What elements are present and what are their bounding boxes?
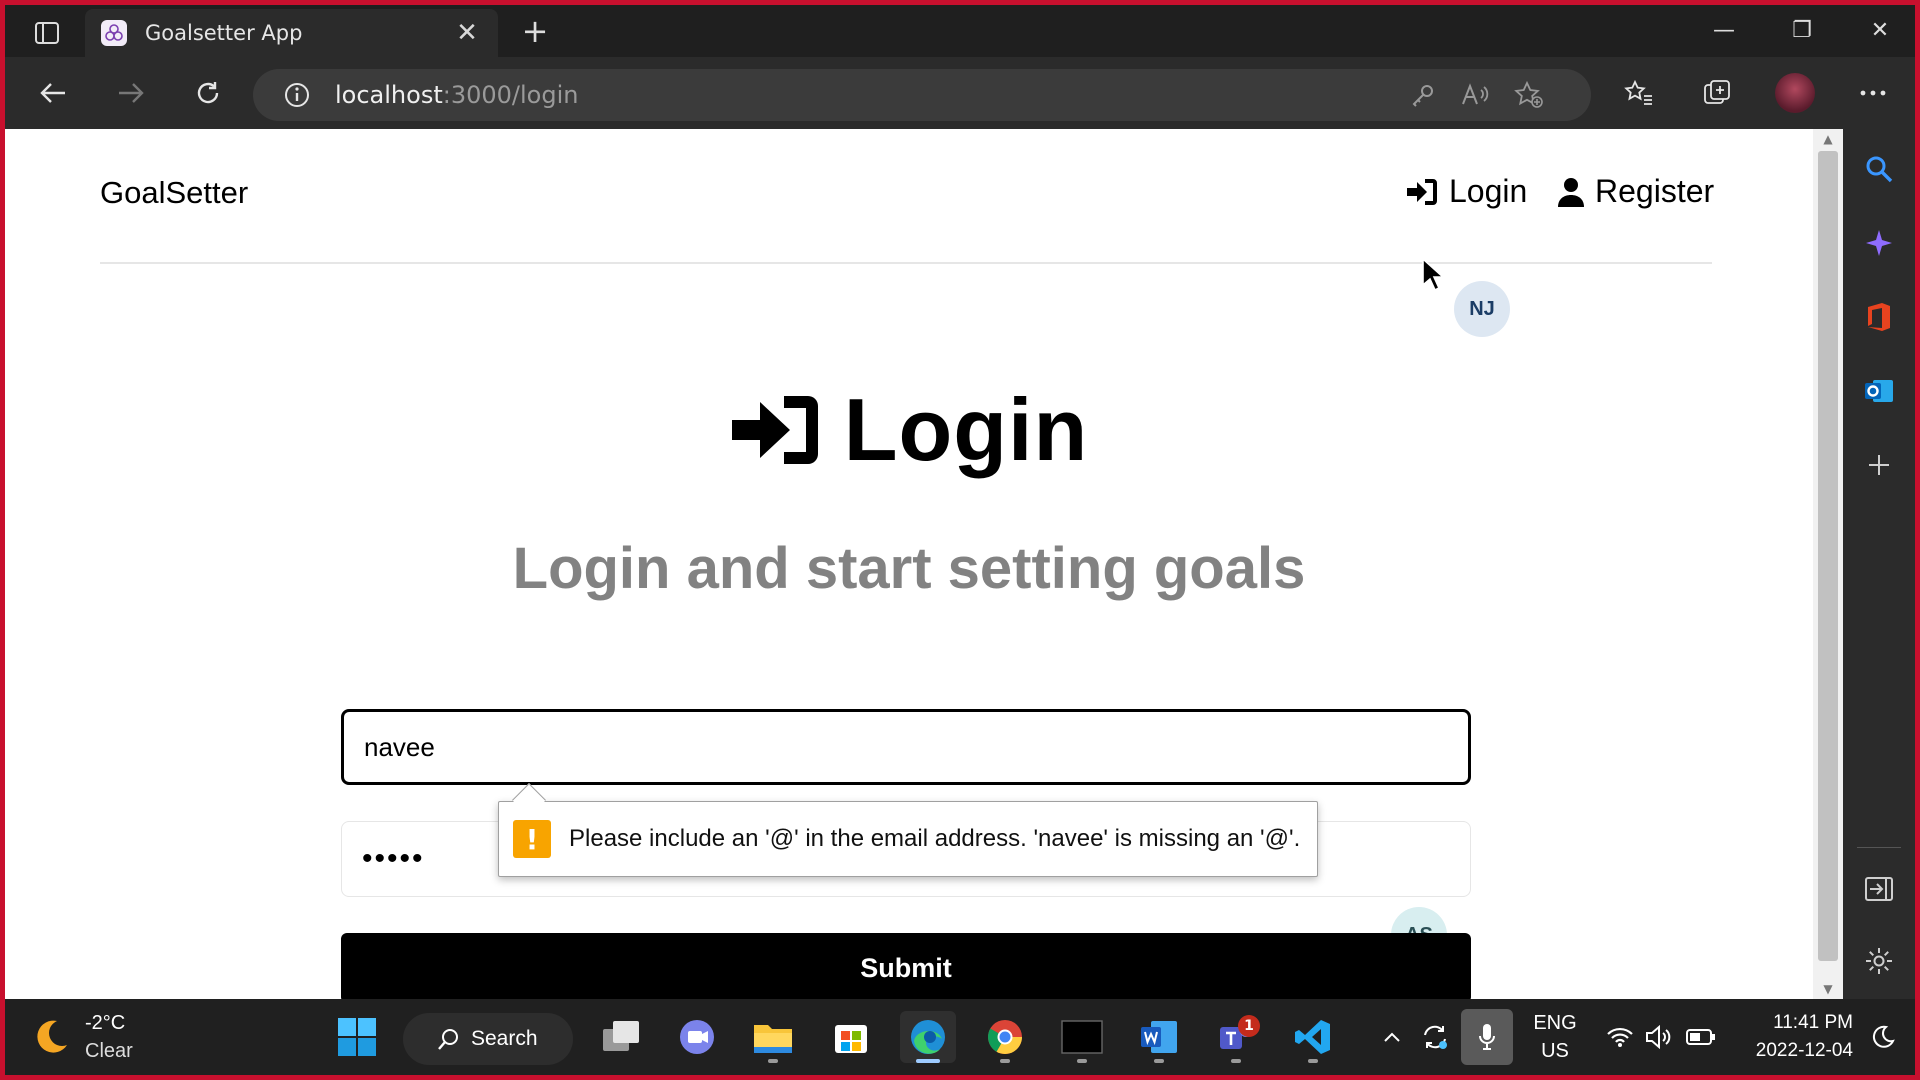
weather-temp: -2°C — [85, 1012, 126, 1034]
more-menu-icon[interactable] — [1851, 73, 1895, 113]
url-text: localhost:3000/login — [335, 81, 579, 109]
refresh-button[interactable] — [186, 73, 230, 113]
scroll-up-icon[interactable]: ▲ — [1813, 129, 1843, 149]
sign-in-large-icon — [731, 396, 818, 464]
teams-chat-icon[interactable] — [669, 1011, 725, 1063]
outlook-icon[interactable] — [1859, 371, 1899, 411]
teams-notification-badge: 1 — [1238, 1015, 1260, 1037]
read-aloud-icon[interactable] — [1455, 81, 1495, 109]
page-scrollbar[interactable]: ▲ ▼ — [1813, 129, 1843, 999]
add-favorite-icon[interactable] — [1509, 81, 1549, 109]
tab-title: Goalsetter App — [145, 21, 303, 45]
validation-tooltip: ! Please include an '@' in the email add… — [498, 783, 1318, 877]
nav-register-link[interactable]: Register — [1557, 173, 1714, 210]
lang-region: US — [1541, 1040, 1569, 1062]
weather-desc: Clear — [85, 1040, 133, 1062]
search-icon[interactable] — [1859, 149, 1899, 189]
nav-register-label: Register — [1595, 173, 1715, 209]
scroll-down-icon[interactable]: ▼ — [1813, 979, 1843, 999]
profile-avatar[interactable] — [1773, 73, 1817, 113]
site-logo[interactable]: GoalSetter — [100, 175, 248, 211]
page-viewport: GoalSetter Login Register NJ Login Login… — [5, 129, 1813, 999]
favorites-icon[interactable] — [1617, 73, 1661, 113]
close-window-button[interactable]: ✕ — [1841, 11, 1915, 51]
discover-sparkle-icon[interactable] — [1859, 223, 1899, 263]
search-icon — [438, 1029, 458, 1050]
scroll-thumb[interactable] — [1818, 151, 1838, 961]
sign-in-icon — [1407, 178, 1437, 205]
forward-button[interactable] — [109, 73, 153, 113]
url-field[interactable]: localhost:3000/login — [253, 69, 1591, 121]
windows-taskbar: -2°C Clear Search 1 ENG US 11:41 PM 2022… — [5, 999, 1915, 1075]
word-icon[interactable] — [1131, 1011, 1187, 1063]
clock-time: 11:41 PM — [1773, 1012, 1853, 1033]
tab-close-icon[interactable]: ✕ — [452, 18, 482, 48]
teams-icon[interactable]: 1 — [1208, 1011, 1264, 1063]
minimize-button[interactable]: — — [1685, 11, 1763, 51]
goalsetter-favicon-icon — [101, 20, 127, 46]
presence-avatar-nj: NJ — [1454, 281, 1510, 337]
battery-icon[interactable] — [1681, 999, 1721, 1075]
login-heading-text: Login — [843, 380, 1089, 479]
login-heading: Login — [5, 379, 1813, 481]
edge-sidebar — [1843, 129, 1915, 999]
key-icon[interactable] — [1403, 81, 1443, 109]
language-indicator[interactable]: ENG US — [1527, 999, 1583, 1075]
site-header: GoalSetter Login Register — [100, 129, 1714, 264]
tab-goalsetter[interactable]: Goalsetter App ✕ — [85, 9, 498, 57]
sidebar-divider — [1857, 847, 1901, 848]
collections-icon[interactable] — [1695, 73, 1739, 113]
terminal-icon[interactable] — [1054, 1011, 1110, 1063]
lang-code: ENG — [1533, 1012, 1577, 1034]
browser-window: Goalsetter App ✕ + — ❐ ✕ localhost:3000/… — [5, 5, 1915, 1075]
taskbar-search-label: Search — [471, 1027, 538, 1050]
tab-bar: Goalsetter App ✕ + — ❐ ✕ — [5, 5, 1915, 57]
mouse-pointer-icon — [1421, 257, 1446, 295]
weather-widget[interactable]: -2°C Clear — [31, 1009, 133, 1065]
nav-login-link[interactable]: Login — [1405, 173, 1527, 210]
clock[interactable]: 11:41 PM 2022-12-04 — [1733, 999, 1853, 1075]
user-icon — [1558, 177, 1584, 207]
edge-browser-icon[interactable] — [900, 1011, 956, 1063]
site-info-icon[interactable] — [283, 81, 311, 109]
tab-actions-icon[interactable] — [17, 13, 77, 53]
new-tab-button[interactable]: + — [513, 11, 557, 51]
wifi-icon[interactable] — [1601, 999, 1639, 1075]
focus-moon-icon[interactable] — [1863, 999, 1903, 1075]
tooltip-tail — [512, 783, 546, 817]
login-subheading: Login and start setting goals — [512, 536, 1306, 601]
start-button[interactable] — [329, 1011, 385, 1063]
email-field[interactable]: navee — [341, 709, 1471, 785]
vscode-icon[interactable] — [1285, 1011, 1341, 1063]
settings-gear-icon[interactable] — [1859, 941, 1899, 981]
taskbar-search[interactable]: Search — [403, 1013, 573, 1065]
moon-icon — [37, 1020, 67, 1053]
sync-icon[interactable] — [1415, 999, 1455, 1075]
submit-button[interactable]: Submit — [341, 933, 1471, 999]
nav-login-label: Login — [1449, 173, 1528, 209]
task-view-icon[interactable] — [593, 1011, 649, 1063]
validation-message: Please include an '@' in the email addre… — [569, 825, 1301, 852]
restore-button[interactable]: ❐ — [1763, 11, 1841, 51]
volume-icon[interactable] — [1641, 999, 1677, 1075]
address-bar: localhost:3000/login — [5, 57, 1915, 129]
file-explorer-icon[interactable] — [745, 1011, 801, 1063]
office-icon[interactable] — [1859, 297, 1899, 337]
windows-logo-icon — [338, 1018, 376, 1056]
warning-icon: ! — [513, 820, 551, 858]
clock-date: 2022-12-04 — [1755, 1040, 1853, 1061]
show-hidden-icons-chevron-icon[interactable] — [1375, 999, 1409, 1075]
microsoft-store-icon[interactable] — [823, 1011, 879, 1063]
chrome-icon[interactable] — [977, 1011, 1033, 1063]
add-sidebar-app-icon[interactable] — [1859, 445, 1899, 485]
microphone-icon[interactable] — [1461, 1009, 1513, 1065]
hide-sidebar-icon[interactable] — [1859, 869, 1899, 909]
back-button[interactable] — [31, 73, 75, 113]
